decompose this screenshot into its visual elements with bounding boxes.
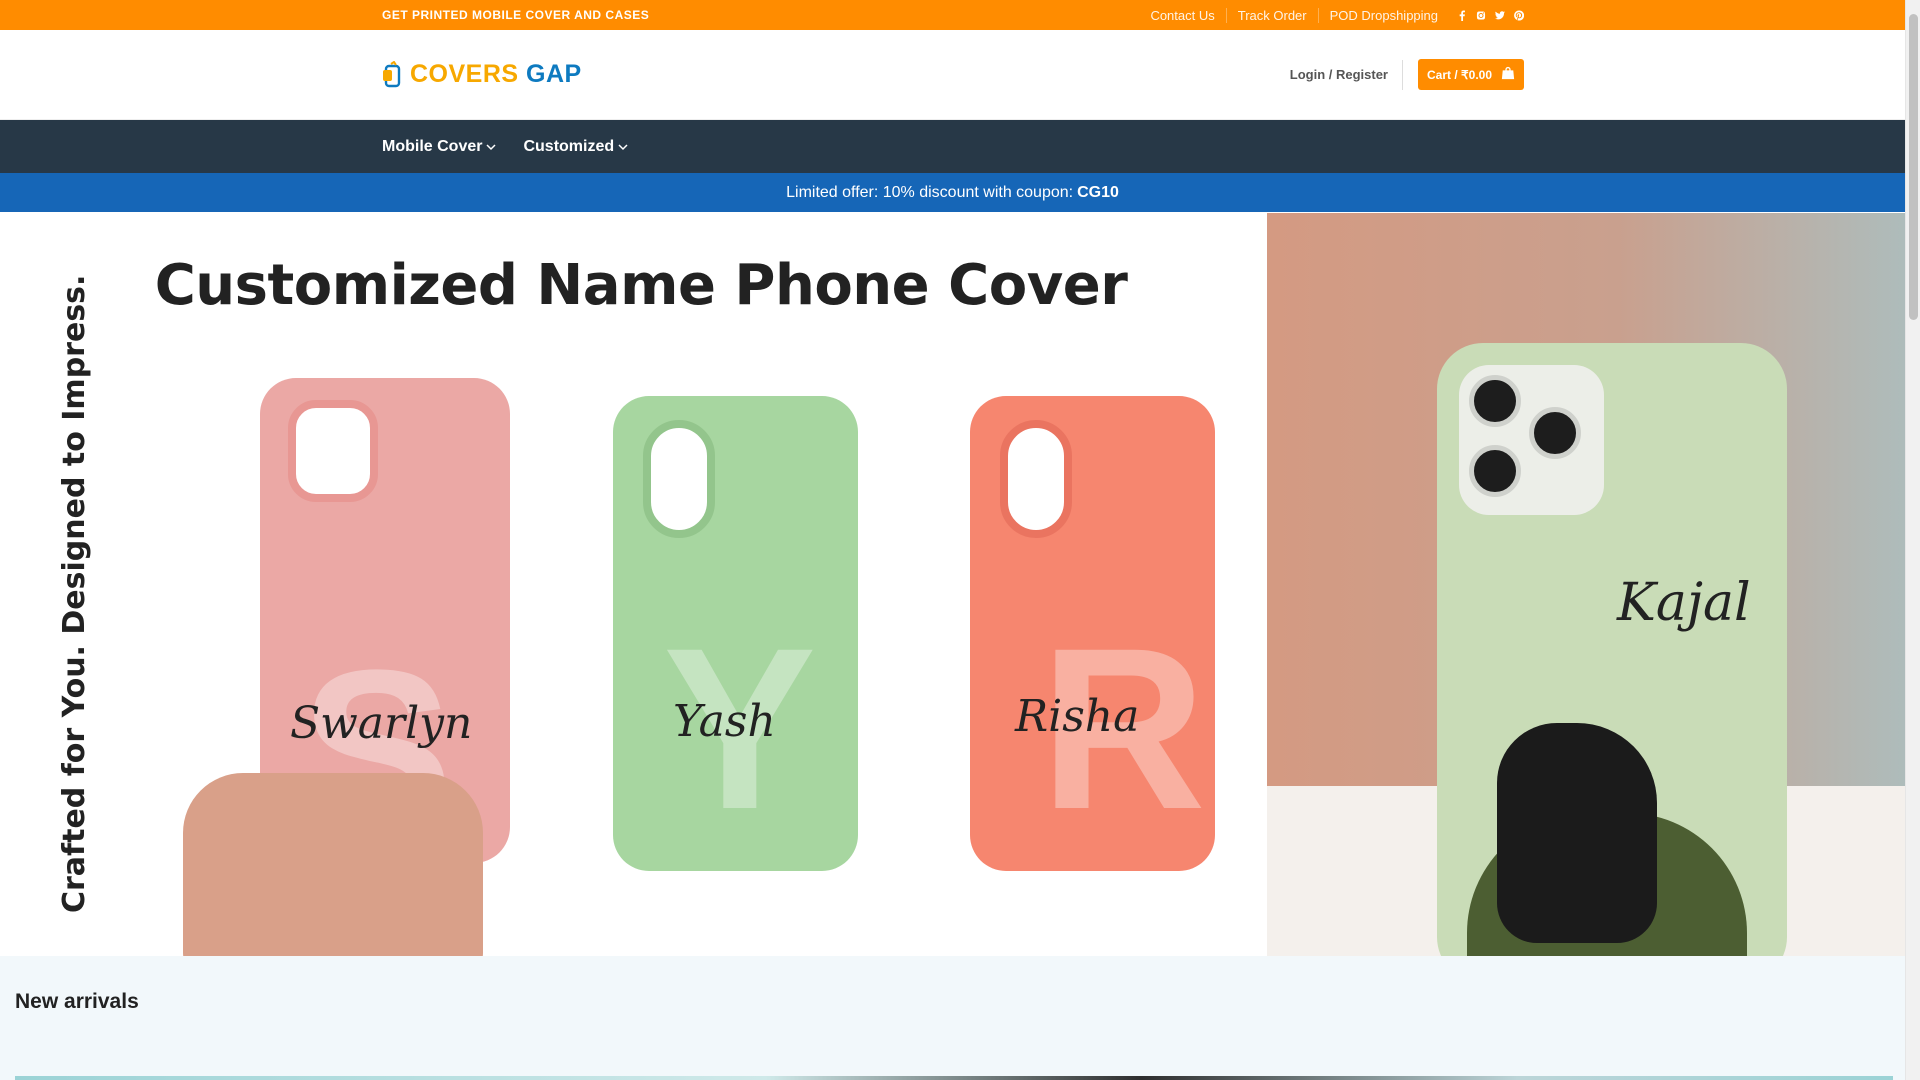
- pod-dropshipping-link[interactable]: POD Dropshipping: [1317, 7, 1449, 23]
- cart-button[interactable]: Cart / ₹0.00: [1418, 59, 1524, 90]
- camera-icon: [1459, 365, 1604, 515]
- coupon-code: CG10: [1077, 183, 1119, 201]
- contact-us-link[interactable]: Contact Us: [1139, 8, 1225, 23]
- promo-banner: Limited offer: 10% discount with coupon:…: [0, 173, 1905, 212]
- kajal-phone-cover: Kajal: [1437, 343, 1787, 956]
- cover-name: Yash: [673, 696, 776, 747]
- top-bar: GET PRINTED MOBILE COVER AND CASES Conta…: [0, 0, 1905, 30]
- track-order-link[interactable]: Track Order: [1225, 7, 1318, 23]
- topbar-tagline: GET PRINTED MOBILE COVER AND CASES: [382, 8, 650, 22]
- logo-phone-icon: [382, 60, 406, 89]
- cover-name: Kajal: [1617, 573, 1751, 633]
- page: GET PRINTED MOBILE COVER AND CASES Conta…: [0, 0, 1905, 1080]
- logo-text: COVERS GAP: [410, 60, 582, 88]
- hero-title: Customized Name Phone Cover: [154, 253, 1128, 318]
- login-register-link[interactable]: Login / Register: [1290, 59, 1403, 90]
- nav-item-label: Customized: [523, 137, 615, 155]
- section-heading: New arrivals: [15, 990, 139, 1013]
- promo-text: Limited offer: 10% discount with coupon:: [786, 183, 1074, 201]
- nav-item-label: Mobile Cover: [382, 137, 483, 155]
- social-links: [1457, 9, 1524, 21]
- hero-banner[interactable]: Customized Name Phone Cover Crafted for …: [15, 213, 1905, 956]
- cover-name: Risha: [1015, 691, 1140, 742]
- instagram-icon[interactable]: [1476, 9, 1486, 21]
- hero-tagline: Crafted for You. Designed to Impress.: [57, 274, 92, 913]
- chevron-down-icon: [618, 143, 628, 150]
- topbar-links: Contact Us Track Order POD Dropshipping: [1139, 7, 1524, 23]
- cart-label: Cart / ₹0.00: [1427, 67, 1492, 82]
- site-header: COVERS GAP Login / Register Cart / ₹0.00: [0, 30, 1905, 120]
- nav-item-customized[interactable]: Customized: [523, 138, 629, 156]
- twitter-icon[interactable]: [1495, 9, 1505, 21]
- coral-phone-cover: R Risha: [970, 396, 1215, 871]
- main-nav: Mobile Cover Customized: [0, 120, 1905, 173]
- facebook-icon[interactable]: [1457, 9, 1467, 21]
- nav-item-mobile-cover[interactable]: Mobile Cover: [382, 138, 497, 156]
- site-logo[interactable]: COVERS GAP: [382, 60, 582, 89]
- green-phone-cover: Y Yash: [613, 396, 858, 871]
- hero-left-panel: Customized Name Phone Cover Crafted for …: [15, 213, 1267, 956]
- shopping-bag-icon: [1501, 66, 1515, 83]
- scrollbar-thumb[interactable]: [1909, 14, 1918, 320]
- cover-name: Swarlyn: [290, 698, 473, 749]
- new-arrivals-section: New arrivals: [0, 956, 1905, 1080]
- hand-image: [183, 773, 483, 956]
- hero-right-panel: Kajal: [1267, 213, 1905, 956]
- product-images-strip[interactable]: [15, 1076, 1893, 1080]
- pinterest-icon[interactable]: [1514, 9, 1524, 21]
- chevron-down-icon: [486, 143, 496, 150]
- vertical-scrollbar[interactable]: [1905, 0, 1920, 1080]
